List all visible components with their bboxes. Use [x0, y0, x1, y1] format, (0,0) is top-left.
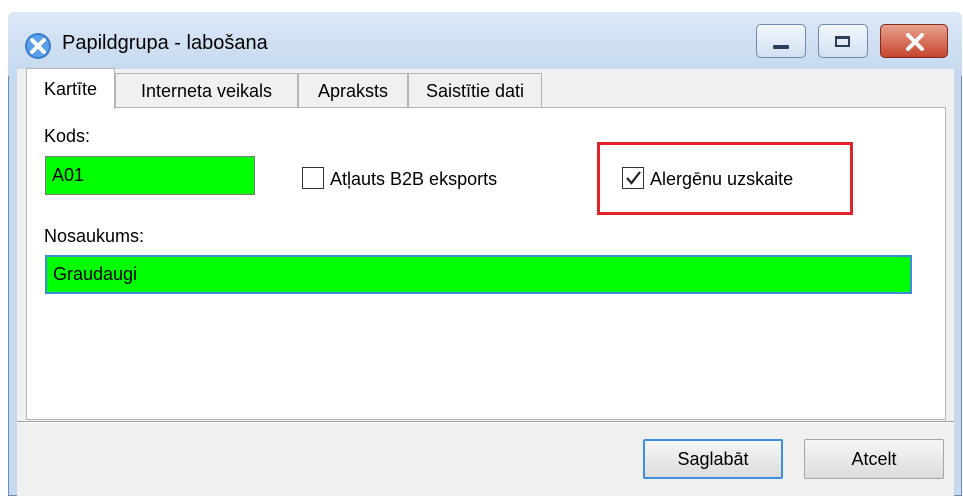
tab-kartite[interactable]: Kartīte: [26, 68, 115, 109]
window-title: Papildgrupa - labošana: [62, 32, 268, 54]
alergenu-uzskaite-checkbox[interactable]: [622, 167, 644, 189]
tab-saistitie-dati[interactable]: Saistītie dati: [408, 73, 542, 108]
save-button[interactable]: Saglabāt: [643, 439, 783, 479]
cancel-button[interactable]: Atcelt: [804, 439, 944, 479]
minimize-button[interactable]: [756, 24, 806, 58]
close-button[interactable]: [880, 24, 948, 58]
b2b-export-label[interactable]: Atļauts B2B eksports: [330, 169, 497, 190]
tab-apraksts[interactable]: Apraksts: [298, 73, 408, 108]
maximize-icon: [835, 36, 850, 47]
close-icon: [906, 33, 924, 51]
b2b-export-checkbox[interactable]: [302, 167, 324, 189]
footer-divider: [17, 421, 954, 423]
checkmark-icon: [626, 171, 641, 185]
kods-input[interactable]: A01: [45, 156, 255, 195]
minimize-icon: [773, 45, 789, 49]
alergenu-uzskaite-label[interactable]: Alergēnu uzskaite: [650, 169, 793, 190]
app-icon: [24, 32, 52, 60]
maximize-button[interactable]: [818, 24, 868, 58]
tab-interneta-veikals[interactable]: Interneta veikals: [115, 73, 298, 108]
nosaukums-label: Nosaukums:: [44, 226, 145, 246]
nosaukums-input[interactable]: Graudaugi: [45, 255, 912, 294]
kods-label: Kods:: [44, 126, 91, 146]
